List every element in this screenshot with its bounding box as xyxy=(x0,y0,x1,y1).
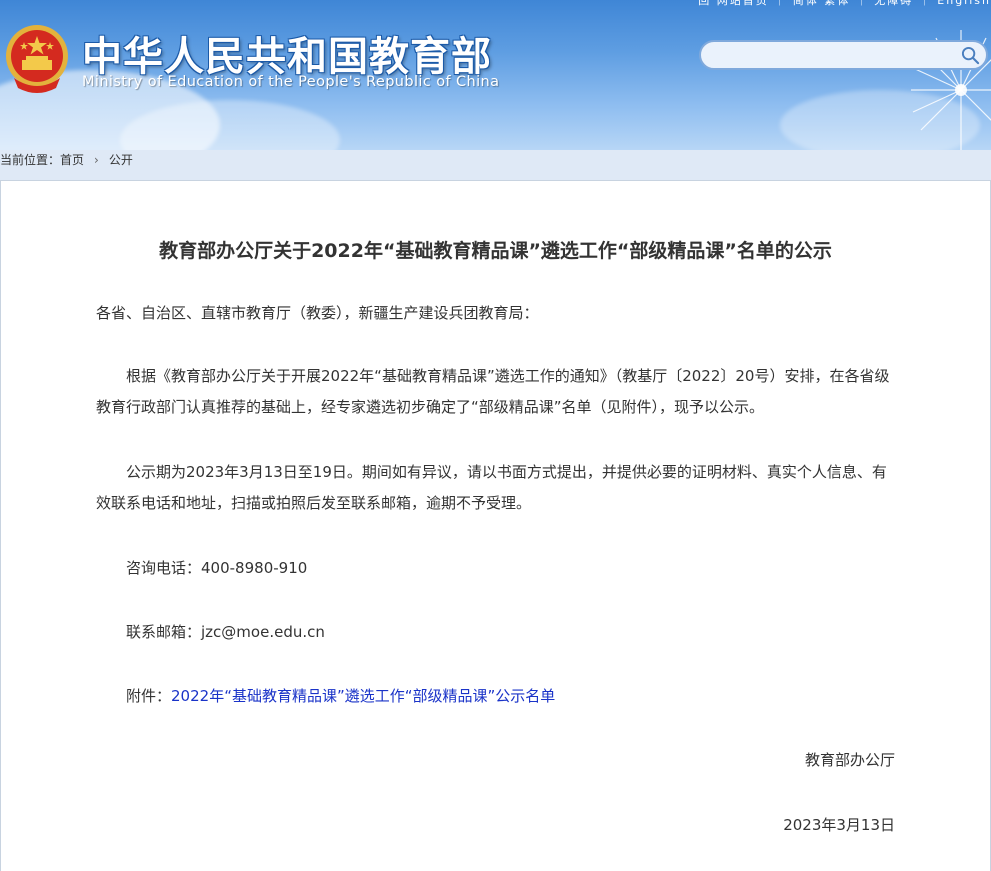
signature: 教育部办公厅 xyxy=(804,751,895,769)
breadcrumb-public-link[interactable]: 公开 xyxy=(109,150,133,170)
attachment-label: 附件： xyxy=(126,687,172,705)
contact-email: 联系邮箱：jzc@moe.edu.cn xyxy=(96,617,896,648)
article-paragraph-2: 公示期为2023年3月13日至19日。期间如有异议，请以书面方式提出，并提供必要… xyxy=(96,463,887,512)
search-box xyxy=(699,40,988,70)
site-header: 回 网站首页 ｜ 简体 繁体 ｜ 无障碍 ｜ English 中华人民共和国教育… xyxy=(0,0,991,150)
contact-phone: 咨询电话：400-8980-910 xyxy=(96,553,896,584)
chevron-right-icon: › xyxy=(94,153,99,167)
publish-date: 2023年3月13日 xyxy=(783,816,895,834)
top-links[interactable]: 回 网站首页 ｜ 简体 繁体 ｜ 无障碍 ｜ English xyxy=(698,0,991,8)
breadcrumb-prefix: 当前位置： xyxy=(0,153,61,167)
search-input[interactable] xyxy=(713,45,957,67)
attachment-link[interactable]: 2022年“基础教育精品课”遴选工作“部级精品课”公示名单 xyxy=(171,687,555,705)
search-icon[interactable] xyxy=(961,46,980,65)
dandelion-decoration xyxy=(911,30,991,150)
article-container: 教育部办公厅关于2022年“基础教育精品课”遴选工作“部级精品课”名单的公示 各… xyxy=(0,180,991,871)
article-title: 教育部办公厅关于2022年“基础教育精品课”遴选工作“部级精品课”名单的公示 xyxy=(159,240,832,262)
phone-value: 400-8980-910 xyxy=(201,559,308,577)
email-label: 联系邮箱： xyxy=(126,623,202,641)
attachment-line: 附件：2022年“基础教育精品课”遴选工作“部级精品课”公示名单 xyxy=(96,681,896,712)
national-emblem-icon xyxy=(6,25,68,93)
breadcrumb: 当前位置：首页 › 公开 xyxy=(0,150,991,180)
phone-label: 咨询电话： xyxy=(126,559,202,577)
article-salutation: 各省、自治区、直辖市教育厅（教委），新疆生产建设兵团教育局： xyxy=(96,304,539,322)
article-paragraph-1: 根据《教育部办公厅关于开展2022年“基础教育精品课”遴选工作的通知》（教基厅〔… xyxy=(96,367,890,416)
breadcrumb-home-link[interactable]: 首页 xyxy=(60,150,84,170)
site-title-english: Ministry of Education of the People's Re… xyxy=(82,74,500,90)
email-value: jzc@moe.edu.cn xyxy=(201,623,325,641)
